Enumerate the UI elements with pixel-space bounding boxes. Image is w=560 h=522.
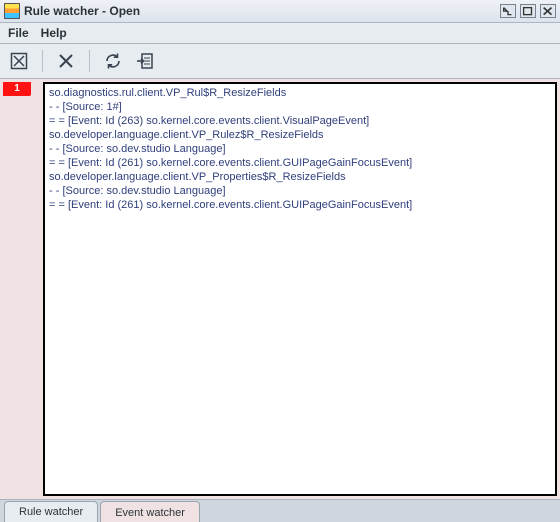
- log-line: = = [Event: Id (261) so.kernel.core.even…: [49, 156, 551, 170]
- refresh-icon: [104, 52, 122, 70]
- clear-box-icon: [10, 52, 28, 70]
- toolbar-delete-button[interactable]: [55, 50, 77, 72]
- log-line: so.diagnostics.rul.client.VP_Rul$R_Resiz…: [49, 86, 551, 100]
- minimize-button[interactable]: [500, 4, 516, 18]
- app-icon: [4, 3, 20, 19]
- arrow-page-icon: [136, 52, 154, 70]
- toolbar-goto-button[interactable]: [134, 50, 156, 72]
- window-buttons: [500, 4, 556, 18]
- menu-help[interactable]: Help: [41, 26, 67, 40]
- log-line: - - [Source: so.dev.studio Language]: [49, 142, 551, 156]
- log-line: so.developer.language.client.VP_Properti…: [49, 170, 551, 184]
- tabbar: Rule watcher Event watcher: [0, 499, 560, 522]
- log-line: = = [Event: Id (263) so.kernel.core.even…: [49, 114, 551, 128]
- toolbar-refresh-button[interactable]: [102, 50, 124, 72]
- maximize-button[interactable]: [520, 4, 536, 18]
- minimize-icon: [501, 5, 515, 17]
- tab-rule-watcher[interactable]: Rule watcher: [4, 501, 98, 522]
- gutter-tag[interactable]: 1: [3, 82, 31, 96]
- maximize-icon: [521, 5, 535, 17]
- content-area: 1 so.diagnostics.rul.client.VP_Rul$R_Res…: [0, 79, 560, 522]
- log-text-pane[interactable]: so.diagnostics.rul.client.VP_Rul$R_Resiz…: [43, 82, 557, 496]
- log-line: so.developer.language.client.VP_Rulez$R_…: [49, 128, 551, 142]
- menubar: File Help: [0, 23, 560, 44]
- window-title: Rule watcher - Open: [24, 4, 496, 18]
- tab-event-watcher[interactable]: Event watcher: [100, 501, 200, 522]
- log-line: - - [Source: so.dev.studio Language]: [49, 184, 551, 198]
- toolbar-separator-2: [89, 50, 90, 72]
- menu-file[interactable]: File: [8, 26, 29, 40]
- content-body: 1 so.diagnostics.rul.client.VP_Rul$R_Res…: [0, 79, 560, 499]
- titlebar: Rule watcher - Open: [0, 0, 560, 23]
- toolbar-clear-button[interactable]: [8, 50, 30, 72]
- log-line: = = [Event: Id (261) so.kernel.core.even…: [49, 198, 551, 212]
- gutter: 1: [3, 82, 43, 496]
- app-window: Rule watcher - Open: [0, 0, 560, 522]
- x-icon: [57, 52, 75, 70]
- toolbar: [0, 44, 560, 79]
- close-icon: [541, 5, 555, 17]
- close-button[interactable]: [540, 4, 556, 18]
- log-line: - - [Source: 1#]: [49, 100, 551, 114]
- toolbar-separator-1: [42, 50, 43, 72]
